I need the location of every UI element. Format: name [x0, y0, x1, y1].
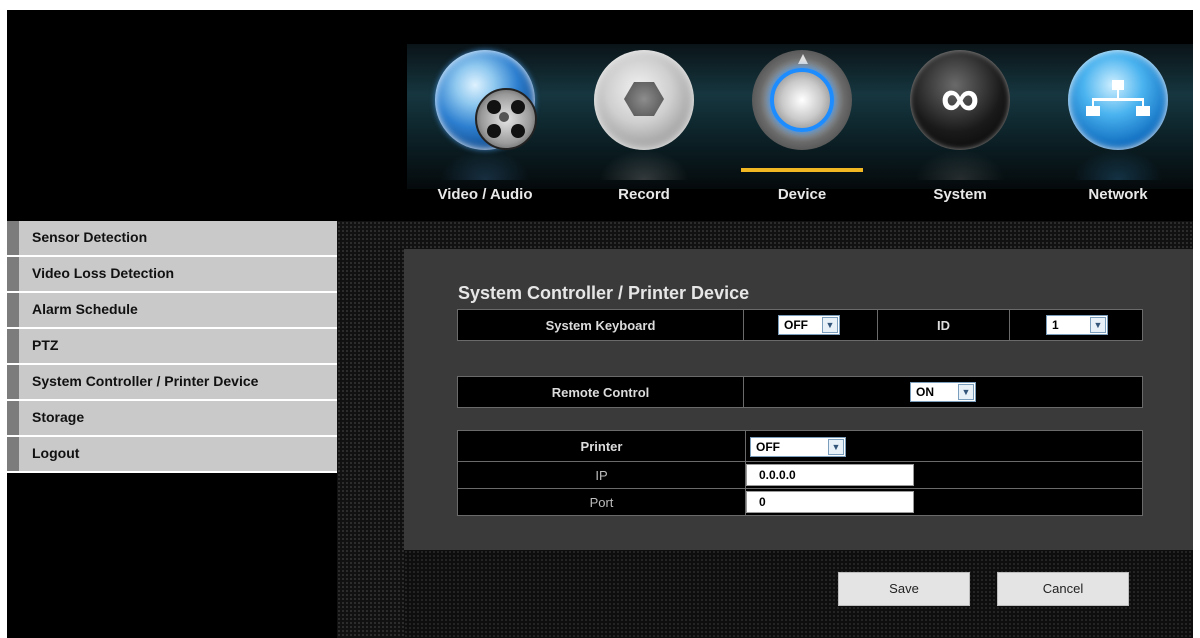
app-frame: Video / Audio Record Device ∞ System Net… [7, 10, 1193, 638]
printer-ip-input[interactable]: 0.0.0.0 [746, 464, 914, 486]
nav-label: Network [1088, 186, 1148, 203]
sidebar-item-label: PTZ [32, 337, 59, 353]
printer-port-label: Port [458, 489, 746, 515]
remote-control-row: Remote Control ON ▼ [457, 376, 1143, 408]
printer-label: Printer [458, 431, 746, 461]
chevron-down-icon: ▼ [1090, 317, 1106, 333]
printer-ip-cell: 0.0.0.0 [746, 462, 1142, 488]
printer-ip-row: IP 0.0.0.0 [457, 462, 1143, 489]
page-title: System Controller / Printer Device [458, 283, 750, 303]
system-keyboard-cell: OFF ▼ [744, 310, 878, 340]
chevron-down-icon: ▼ [822, 317, 838, 333]
camera-aperture-icon [594, 50, 694, 150]
nav-record[interactable]: Record [569, 50, 719, 230]
device-dial-icon [752, 50, 852, 150]
nav-video-audio[interactable]: Video / Audio [410, 50, 560, 230]
printer-ip-label: IP [458, 462, 746, 488]
nav-reflection [440, 150, 530, 180]
network-topology-icon [1068, 50, 1168, 150]
nav-label: Video / Audio [437, 186, 533, 203]
system-keyboard-select[interactable]: OFF ▼ [778, 315, 840, 335]
system-keyboard-label: System Keyboard [458, 310, 744, 340]
remote-control-cell: ON ▼ [744, 377, 1142, 407]
sidebar-item-logout[interactable]: Logout [7, 437, 337, 473]
sidebar-item-label: Video Loss Detection [32, 265, 175, 281]
sidebar-item-label: System Controller / Printer Device [32, 373, 259, 389]
printer-port-input[interactable]: 0 [746, 491, 914, 513]
settings-panel: System Controller / Printer Device Syste… [404, 249, 1193, 550]
printer-select[interactable]: OFF ▼ [750, 437, 846, 457]
chevron-down-icon: ▼ [958, 384, 974, 400]
nav-reflection [599, 150, 689, 180]
nav-reflection [1073, 150, 1163, 180]
keyboard-id-cell: 1 ▼ [1010, 310, 1142, 340]
keyboard-id-label: ID [878, 310, 1010, 340]
system-link-icon: ∞ [910, 50, 1010, 150]
sidebar-item-label: Storage [32, 409, 85, 425]
nav-system[interactable]: ∞ System [885, 50, 1035, 230]
sidebar-item-alarm-schedule[interactable]: Alarm Schedule [7, 293, 337, 329]
sidebar-item-video-loss-detection[interactable]: Video Loss Detection [7, 257, 337, 293]
save-button[interactable]: Save [838, 572, 970, 606]
printer-cell: OFF ▼ [746, 431, 1142, 461]
chevron-down-icon: ▼ [828, 439, 844, 455]
video-reel-icon [435, 50, 537, 150]
nav-reflection [915, 150, 1005, 180]
sidebar-item-storage[interactable]: Storage [7, 401, 337, 437]
printer-port-cell: 0 [746, 489, 1142, 515]
sidebar-item-ptz[interactable]: PTZ [7, 329, 337, 365]
select-value: OFF [784, 318, 808, 332]
select-value: OFF [756, 440, 780, 454]
remote-control-label: Remote Control [458, 377, 744, 407]
nav-network[interactable]: Network [1043, 50, 1193, 230]
active-tab-indicator [741, 168, 863, 172]
cancel-button[interactable]: Cancel [997, 572, 1129, 606]
nav-label: Device [777, 186, 827, 203]
nav-label: Record [618, 186, 670, 203]
select-value: ON [916, 385, 934, 399]
nav-label: System [933, 186, 987, 203]
sidebar-item-label: Alarm Schedule [32, 301, 138, 317]
remote-control-select[interactable]: ON ▼ [910, 382, 976, 402]
printer-row: Printer OFF ▼ [457, 430, 1143, 462]
system-keyboard-row: System Keyboard OFF ▼ ID 1 ▼ [457, 309, 1143, 341]
sidebar-item-system-controller[interactable]: System Controller / Printer Device [7, 365, 337, 401]
keyboard-id-select[interactable]: 1 ▼ [1046, 315, 1108, 335]
sidebar-item-sensor-detection[interactable]: Sensor Detection [7, 221, 337, 257]
sidebar: Sensor Detection Video Loss Detection Al… [7, 221, 337, 473]
printer-port-row: Port 0 [457, 489, 1143, 516]
sidebar-item-label: Logout [32, 445, 80, 461]
texture-band [337, 249, 404, 638]
nav-device[interactable]: Device [727, 50, 877, 230]
texture-band [337, 221, 1193, 249]
select-value: 1 [1052, 318, 1059, 332]
sidebar-item-label: Sensor Detection [32, 229, 148, 245]
